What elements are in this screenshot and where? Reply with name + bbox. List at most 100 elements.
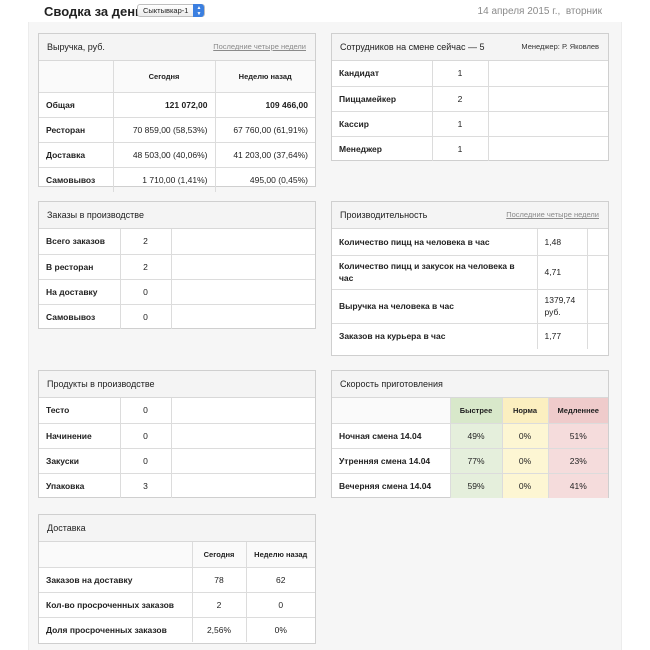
table-row: Кол-во просроченных заказов 2 0 (39, 591, 315, 618)
productivity-value: 1,77 (536, 322, 588, 349)
delivery-col-week-ago: Неделю назад (245, 542, 315, 568)
empty-cell (487, 85, 608, 112)
orders-table: Всего заказов 2 В ресторан 2 На доставку… (39, 229, 315, 329)
speed-title: Скорость приготовления (340, 379, 443, 389)
table-row: Тесто 0 (39, 398, 315, 424)
table-row: Вечерняя смена 14.04 59% 0% 41% (332, 472, 608, 498)
speed-panel: Скорость приготовления Быстрее Норма Мед… (331, 370, 609, 498)
empty-cell (586, 322, 608, 349)
products-label: Тесто (39, 398, 121, 424)
table-row: Доставка 48 503,00 (40,06%) 41 203,00 (3… (39, 141, 315, 168)
speed-col-fast: Быстрее (449, 398, 503, 424)
delivery-title: Доставка (47, 523, 86, 533)
orders-value: 0 (119, 303, 172, 329)
speed-slow-value: 41% (547, 472, 608, 498)
orders-label: Всего заказов (39, 229, 121, 255)
revenue-col-today: Сегодня (112, 61, 216, 93)
table-row: Менеджер 1 (332, 135, 608, 161)
revenue-title: Выручка, руб. (47, 42, 105, 52)
products-label: Упаковка (39, 472, 121, 498)
empty-cell (487, 61, 608, 87)
speed-shift-label: Вечерняя смена 14.04 (332, 472, 451, 498)
table-row: Заказов на курьера в час 1,77 (332, 322, 608, 349)
city-select[interactable]: Сыктывкар-1 ▲ ▼ (137, 4, 206, 17)
delivery-today-value: 2 (191, 591, 247, 618)
products-label: Закуски (39, 447, 121, 474)
products-value: 0 (119, 422, 172, 449)
revenue-row-label: Доставка (39, 141, 114, 168)
staff-count: 1 (431, 135, 489, 161)
revenue-row-label: Самовывоз (39, 166, 114, 192)
speed-col-empty (332, 398, 451, 424)
revenue-week-value: 67 760,00 (61,91%) (214, 116, 315, 143)
weekday-value: вторник (565, 6, 602, 17)
orders-label: Самовывоз (39, 303, 121, 329)
updown-arrows-icon: ▲ ▼ (193, 4, 205, 17)
orders-label: На доставку (39, 278, 121, 305)
table-row: В ресторан 2 (39, 253, 315, 280)
empty-cell (170, 303, 315, 329)
delivery-col-today: Сегодня (191, 542, 247, 568)
speed-slow-value: 51% (547, 422, 608, 449)
revenue-today-value: 1 710,00 (1,41%) (112, 166, 216, 192)
table-row: Ночная смена 14.04 49% 0% 51% (332, 422, 608, 449)
delivery-table: Сегодня Неделю назад Заказов на доставку… (39, 542, 315, 642)
delivery-panel-header: Доставка (39, 515, 315, 542)
staff-count: 1 (431, 61, 489, 87)
speed-shift-label: Утренняя смена 14.04 (332, 447, 451, 474)
revenue-panel: Выручка, руб. Последние четыре недели Се… (38, 33, 316, 192)
speed-col-norm: Норма (501, 398, 549, 424)
table-row: Упаковка 3 (39, 472, 315, 498)
orders-title: Заказы в производстве (47, 210, 144, 220)
table-row: Закуски 0 (39, 447, 315, 474)
delivery-week-value: 0% (245, 616, 315, 642)
staff-count: 1 (431, 110, 489, 137)
city-select-value: Сыктывкар-1 (143, 6, 189, 15)
table-row: Количество пицц и закусок на человека в … (332, 254, 608, 290)
table-row: Кассир 1 (332, 110, 608, 137)
revenue-col-empty (39, 61, 114, 93)
table-row: Пиццамейкер 2 (332, 85, 608, 112)
date-text: 14 апреля 2015 г., вторник (478, 6, 602, 17)
table-row: Всего заказов 2 (39, 229, 315, 255)
table-row: Количество пицц на человека в час 1,48 (332, 229, 608, 256)
delivery-label: Доля просроченных заказов (39, 616, 193, 642)
staff-panel-header: Сотрудников на смене сейчас — 5 Менеджер… (332, 34, 608, 61)
revenue-table: Сегодня Неделю назад Общая 121 072,00 10… (39, 61, 315, 192)
empty-cell (170, 422, 315, 449)
empty-cell (170, 229, 315, 255)
empty-cell (487, 135, 608, 161)
date-value: 14 апреля 2015 г., (477, 6, 561, 17)
revenue-week-value: 109 466,00 (214, 91, 315, 118)
table-row: Доля просроченных заказов 2,56% 0% (39, 616, 315, 642)
empty-cell (487, 110, 608, 137)
table-row: Заказов на доставку 78 62 (39, 566, 315, 593)
delivery-panel: Доставка Сегодня Неделю назад Заказов на… (38, 514, 316, 644)
table-row: Выручка на человека в час 1379,74 руб. (332, 288, 608, 324)
products-table: Тесто 0 Начинение 0 Закуски 0 Упаковка 3 (39, 398, 315, 498)
products-label: Начинение (39, 422, 121, 449)
manager-name: Менеджер: Р. Яковлев (521, 42, 599, 51)
productivity-label: Количество пицц и закусок на человека в … (332, 254, 538, 290)
table-row: На доставку 0 (39, 278, 315, 305)
speed-table: Быстрее Норма Медленнее Ночная смена 14.… (332, 398, 608, 498)
productivity-last-four-weeks-link[interactable]: Последние четыре недели (506, 210, 599, 219)
productivity-value: 1,48 (536, 229, 588, 256)
revenue-today-value: 48 503,00 (40,06%) (112, 141, 216, 168)
revenue-last-four-weeks-link[interactable]: Последние четыре недели (213, 42, 306, 51)
revenue-row-label: Общая (39, 91, 114, 118)
speed-shift-label: Ночная смена 14.04 (332, 422, 451, 449)
empty-cell (586, 288, 608, 324)
delivery-label: Кол-во просроченных заказов (39, 591, 193, 618)
productivity-table: Количество пицц на человека в час 1,48 К… (332, 229, 608, 349)
table-row: Самовывоз 0 (39, 303, 315, 329)
delivery-today-value: 2,56% (191, 616, 247, 642)
staff-role: Менеджер (332, 135, 433, 161)
staff-panel: Сотрудников на смене сейчас — 5 Менеджер… (331, 33, 609, 161)
table-row: Начинение 0 (39, 422, 315, 449)
speed-fast-value: 49% (449, 422, 503, 449)
orders-panel-header: Заказы в производстве (39, 202, 315, 229)
productivity-label: Выручка на человека в час (332, 288, 538, 324)
productivity-title: Производительность (340, 210, 428, 220)
revenue-col-week-ago: Неделю назад (214, 61, 315, 93)
